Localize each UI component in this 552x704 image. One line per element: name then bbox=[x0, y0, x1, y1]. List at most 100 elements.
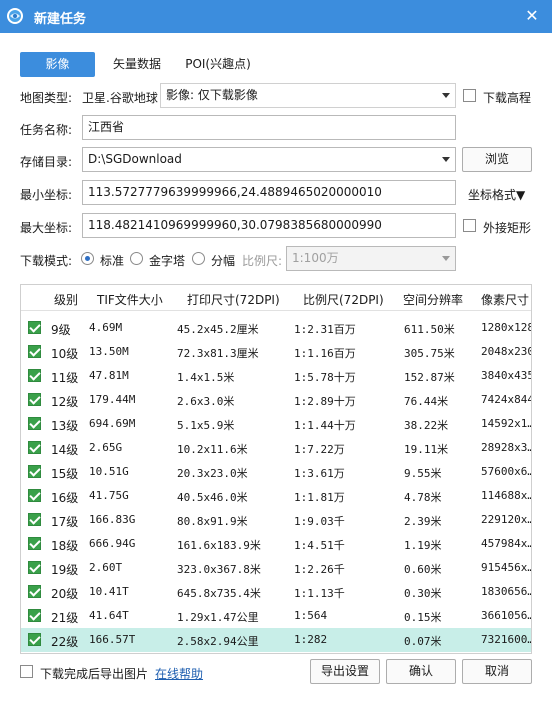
cell-pixels: 915456x… bbox=[481, 561, 532, 574]
cell-res: 0.30米 bbox=[404, 587, 442, 600]
cell-pixels: 1830656… bbox=[481, 585, 532, 598]
map-mode-select[interactable]: 影像: 仅下载影像 bbox=[160, 83, 456, 108]
export-after-checkbox[interactable] bbox=[20, 665, 33, 678]
cell-pixels: 7424x8448 bbox=[481, 393, 531, 406]
table-row[interactable]: 9级 4.69M 45.2x45.2厘米 1:2.31百万 611.50米 1280x12… bbox=[21, 316, 531, 340]
cell-res: 1.19米 bbox=[404, 539, 442, 552]
cell-level: 21级 bbox=[51, 611, 79, 625]
row-checkbox[interactable] bbox=[28, 585, 41, 598]
table-row[interactable]: 18级 666.94G 161.6x183.9米 1:4.51千 1.19米 457984… bbox=[21, 532, 531, 556]
level-table: 级别 TIF文件大小 打印尺寸(72DPI) 比例尺(72DPI) 空间分辨率 … bbox=[20, 284, 532, 654]
cell-scale: 1:1.81万 bbox=[294, 491, 345, 504]
row-checkbox[interactable] bbox=[28, 369, 41, 382]
tab-poi[interactable]: POI(兴趣点) bbox=[180, 52, 256, 77]
min-coord-input[interactable]: 113.5727779639999966,24.4889465020000010 bbox=[82, 180, 456, 205]
cell-res: 2.39米 bbox=[404, 515, 442, 528]
download-elevation-checkbox[interactable] bbox=[463, 89, 476, 102]
cell-print: 323.0x367.8米 bbox=[177, 563, 261, 576]
table-row[interactable]: 20级 10.41T 645.8x735.4米 1:1.13千 0.30米 1830656… bbox=[21, 580, 532, 604]
row-checkbox[interactable] bbox=[28, 321, 41, 334]
cell-res: 0.15米 bbox=[404, 611, 442, 624]
tab-imagery[interactable]: 影像 bbox=[20, 52, 95, 77]
cell-pixels: 3661056… bbox=[481, 609, 532, 622]
row-checkbox[interactable] bbox=[28, 417, 41, 430]
cell-pixels: 3840x4352 bbox=[481, 369, 531, 382]
scale-label: 比例尺: bbox=[242, 254, 283, 268]
cell-level: 10级 bbox=[51, 347, 79, 361]
row-checkbox[interactable] bbox=[28, 441, 41, 454]
cell-size: 41.75G bbox=[89, 489, 129, 502]
cell-size: 13.50M bbox=[89, 345, 129, 358]
cell-scale: 1:3.61万 bbox=[294, 467, 345, 480]
cell-size: 166.83G bbox=[89, 513, 136, 526]
browse-button[interactable]: 浏览 bbox=[462, 147, 532, 172]
table-row[interactable]: 15级 10.51G 20.3x23.0米 1:3.61万 9.55米 57600x6… bbox=[21, 460, 531, 484]
cancel-button[interactable]: 取消 bbox=[462, 659, 532, 684]
cell-print: 40.5x46.0米 bbox=[177, 491, 248, 504]
download-mode-label: 下载模式: bbox=[20, 254, 73, 268]
tab-vector-data[interactable]: 矢量数据 bbox=[104, 52, 170, 77]
max-coord-input[interactable]: 118.4821410969999960,30.0798385680000990 bbox=[82, 213, 456, 238]
row-checkbox[interactable] bbox=[28, 513, 41, 526]
table-row[interactable]: 16级 41.75G 40.5x46.0米 1:1.81万 4.78米 114688x… bbox=[21, 484, 531, 508]
export-settings-button[interactable]: 导出设置 bbox=[310, 659, 380, 684]
cell-level: 16级 bbox=[51, 491, 79, 505]
cell-res: 305.75米 bbox=[404, 347, 455, 360]
table-row[interactable]: 10级 13.50M 72.3x81.3厘米 1:1.16百万 305.75米 2048x… bbox=[21, 340, 531, 364]
cell-res: 611.50米 bbox=[404, 323, 455, 336]
row-checkbox[interactable] bbox=[28, 465, 41, 478]
radio-standard[interactable] bbox=[81, 252, 94, 265]
table-row[interactable]: 14级 2.65G 10.2x11.6米 1:7.22万 19.11米 28928x3… bbox=[21, 436, 532, 460]
table-row[interactable]: 11级 47.81M 1.4x1.5米 1:5.78十万 152.87米 3840x435… bbox=[21, 364, 531, 388]
chevron-down-icon bbox=[442, 93, 450, 98]
cell-level: 9级 bbox=[51, 323, 71, 337]
task-name-input[interactable]: 江西省 bbox=[82, 115, 456, 140]
chevron-down-icon bbox=[442, 157, 450, 162]
cell-level: 11级 bbox=[51, 371, 79, 385]
cell-scale: 1:9.03千 bbox=[294, 515, 345, 528]
cell-print: 1.29x1.47公里 bbox=[177, 611, 259, 624]
scale-select[interactable]: 1:100万 bbox=[286, 246, 456, 271]
min-coord-label: 最小坐标: bbox=[20, 188, 73, 202]
close-icon[interactable]: ✕ bbox=[522, 6, 542, 26]
row-checkbox[interactable] bbox=[28, 345, 41, 358]
table-row[interactable]: 17级 166.83G 80.8x91.9米 1:9.03千 2.39米 229120x… bbox=[21, 508, 532, 532]
row-checkbox[interactable] bbox=[28, 633, 41, 646]
row-checkbox[interactable] bbox=[28, 393, 41, 406]
row-checkbox[interactable] bbox=[28, 489, 41, 502]
cell-res: 76.44米 bbox=[404, 395, 449, 408]
radio-pyramid[interactable] bbox=[130, 252, 143, 265]
table-row[interactable]: 21级 41.64T 1.29x1.47公里 1:564 0.15米 3661056… bbox=[21, 604, 532, 628]
row-checkbox[interactable] bbox=[28, 561, 41, 574]
cell-pixels: 229120x… bbox=[481, 513, 532, 526]
task-name-value: 江西省 bbox=[88, 120, 125, 134]
ok-button[interactable]: 确认 bbox=[386, 659, 456, 684]
radio-tile[interactable] bbox=[192, 252, 205, 265]
table-row[interactable]: 22级 166.57T 2.58x2.94公里 1:282 0.07米 7321600… bbox=[21, 628, 531, 652]
row-checkbox[interactable] bbox=[28, 609, 41, 622]
online-help-link[interactable]: 在线帮助 bbox=[155, 665, 203, 682]
table-row[interactable]: 12级 179.44M 2.6x3.0米 1:2.89十万 76.44米 7424x844… bbox=[21, 388, 531, 412]
cell-scale: 1:282 bbox=[294, 633, 328, 646]
cell-res: 152.87米 bbox=[404, 371, 455, 384]
cell-print: 20.3x23.0米 bbox=[177, 467, 248, 480]
header-tif-size: TIF文件大小 bbox=[97, 293, 163, 307]
cell-size: 2.65G bbox=[89, 441, 123, 454]
radio-pyramid-label: 金字塔 bbox=[149, 254, 186, 268]
table-row[interactable]: 13级 694.69M 5.1x5.9米 1:1.44十万 38.22米 14592x1… bbox=[21, 412, 531, 436]
cell-pixels: 28928x3… bbox=[481, 441, 532, 454]
cell-scale: 1:5.78十万 bbox=[294, 371, 356, 384]
table-row[interactable]: 19级 2.60T 323.0x367.8米 1:2.26千 0.60米 915456x… bbox=[21, 556, 532, 580]
row-checkbox[interactable] bbox=[28, 537, 41, 550]
coord-format-button[interactable]: 坐标格式▼ bbox=[468, 186, 525, 203]
cell-scale: 1:2.26千 bbox=[294, 563, 345, 576]
bounding-rect-checkbox[interactable] bbox=[463, 219, 476, 232]
cell-print: 45.2x45.2厘米 bbox=[177, 323, 259, 336]
storage-dir-select[interactable]: D:\SGDownload bbox=[82, 147, 456, 172]
cell-print: 10.2x11.6米 bbox=[177, 443, 248, 456]
cell-scale: 1:1.16百万 bbox=[294, 347, 356, 360]
cell-pixels: 2048x2304 bbox=[481, 345, 531, 358]
cell-size: 666.94G bbox=[89, 537, 136, 550]
cell-scale: 1:2.89十万 bbox=[294, 395, 356, 408]
map-mode-value: 影像: 仅下载影像 bbox=[166, 88, 258, 102]
